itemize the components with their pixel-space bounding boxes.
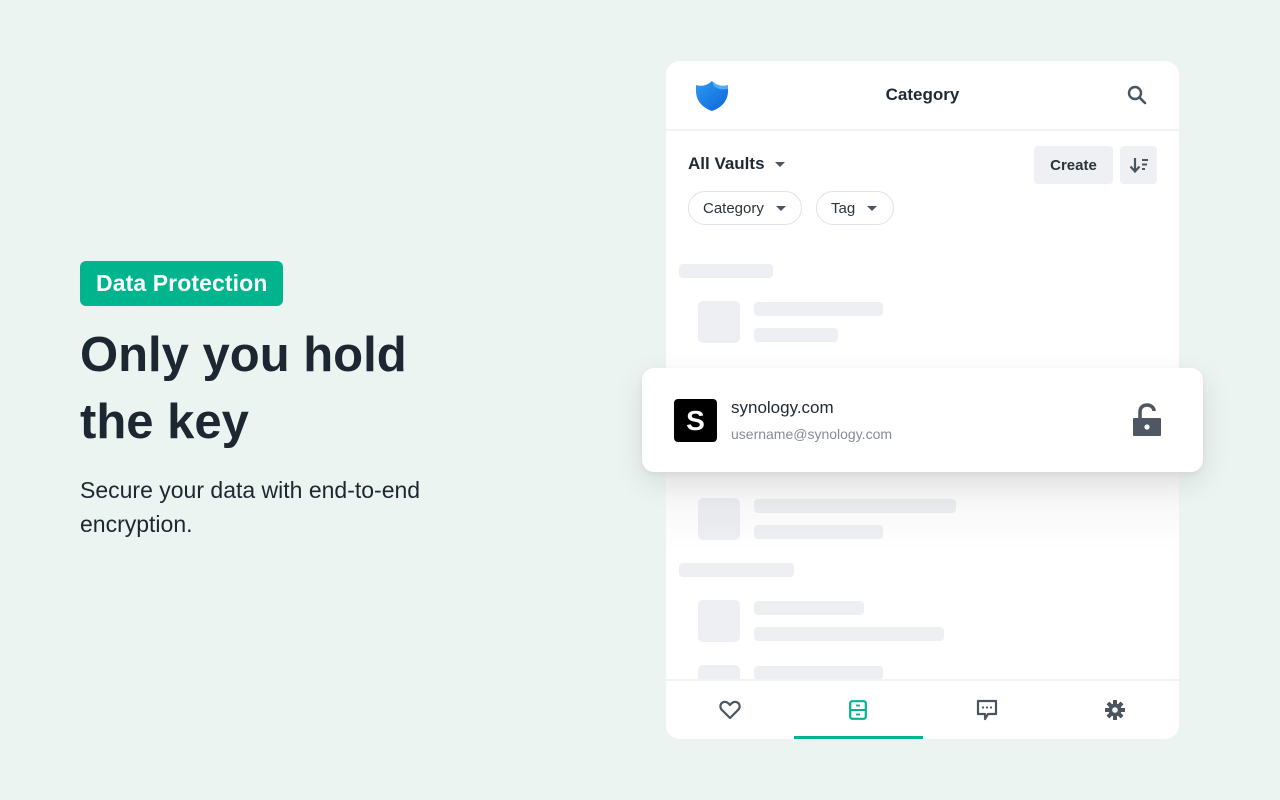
chat-icon xyxy=(976,699,997,721)
unlock-icon[interactable] xyxy=(1131,403,1163,437)
item-title: synology.com xyxy=(731,398,834,417)
skeleton-avatar xyxy=(698,498,740,540)
tab-messages[interactable] xyxy=(923,681,1051,739)
skeleton-avatar xyxy=(698,600,740,642)
headline: Only you hold the key xyxy=(80,322,540,456)
heart-icon xyxy=(719,700,741,720)
cabinet-icon xyxy=(849,700,868,720)
skeleton-avatar xyxy=(698,301,740,343)
skeleton-line xyxy=(754,499,956,513)
item-username: username@synology.com xyxy=(731,426,893,442)
vault-selector-label: All Vaults xyxy=(688,154,765,173)
skeleton-line xyxy=(754,666,883,680)
category-badge: Data Protection xyxy=(80,261,284,306)
skeleton-line xyxy=(754,302,883,316)
bottom-nav xyxy=(666,679,1179,739)
chevron-down-icon xyxy=(867,205,878,211)
skeleton-line xyxy=(754,601,864,615)
skeleton-section-header xyxy=(679,264,773,278)
skeleton-line xyxy=(754,525,883,539)
skeleton-line xyxy=(754,328,838,342)
vault-selector[interactable]: All Vaults xyxy=(688,154,785,174)
search-icon[interactable] xyxy=(1125,83,1149,107)
tab-favorites[interactable] xyxy=(666,681,794,739)
tag-filter-label: Tag xyxy=(831,199,856,217)
tab-settings[interactable] xyxy=(1051,681,1179,739)
create-button[interactable]: Create xyxy=(1034,146,1113,184)
chevron-down-icon xyxy=(775,205,786,211)
gear-icon xyxy=(1104,700,1125,720)
tag-filter[interactable]: Tag xyxy=(816,191,894,225)
sort-button[interactable] xyxy=(1120,146,1157,184)
skeleton-line xyxy=(754,627,944,641)
subtitle: Secure your data with end-to-end encrypt… xyxy=(80,477,421,537)
category-filter[interactable]: Category xyxy=(688,191,802,225)
headline-line-1: Only you hold xyxy=(80,328,407,382)
header-title: Category xyxy=(885,85,960,104)
headline-line-2: the key xyxy=(80,395,249,449)
category-filter-label: Category xyxy=(703,199,764,217)
site-avatar: S xyxy=(674,399,717,442)
skeleton-section-header xyxy=(679,563,794,577)
sort-descending-icon xyxy=(1129,158,1148,174)
app-header: Category xyxy=(666,61,1179,131)
tab-items[interactable] xyxy=(794,681,923,739)
password-item-card[interactable]: S synology.com username@synology.com xyxy=(642,368,1203,472)
chevron-down-icon xyxy=(774,161,785,167)
